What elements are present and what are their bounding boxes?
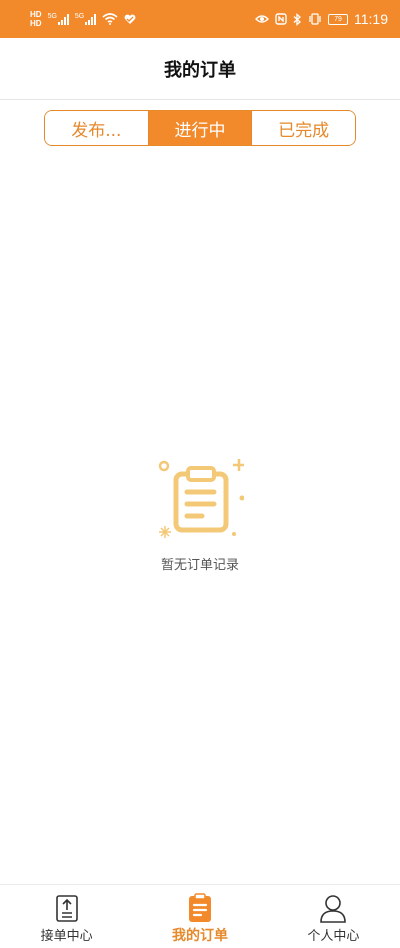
empty-clipboard-icon xyxy=(158,459,244,538)
bottom-nav-order-center[interactable]: 接单中心 xyxy=(0,885,133,948)
header: 我的订单 xyxy=(0,38,400,100)
clock: 11:19 xyxy=(354,11,388,27)
bottom-nav-order-center-label: 接单中心 xyxy=(40,929,93,944)
hd-indicator: HD HD xyxy=(30,10,42,28)
signal-2-icon: 5G xyxy=(74,13,97,25)
vibrate-icon xyxy=(309,13,321,25)
battery-icon: 79 xyxy=(328,13,348,25)
bottom-nav: 接单中心 我的订单 个人中心 xyxy=(0,884,400,948)
hd-label-1: HD xyxy=(30,10,42,19)
hd-label-2: HD xyxy=(30,19,42,28)
tab-published[interactable]: 发布... xyxy=(45,111,148,145)
status-bar: HD HD 5G 5G 79 11:19 xyxy=(0,0,400,38)
order-status-tabs: 发布... 进行中 已完成 xyxy=(44,110,356,146)
page-title: 我的订单 xyxy=(164,59,236,81)
signal-1-label: 5G xyxy=(47,13,57,20)
eye-icon xyxy=(255,15,269,23)
tab-published-label: 发布... xyxy=(71,120,122,141)
bottom-nav-profile-label: 个人中心 xyxy=(307,929,360,944)
status-left: HD HD 5G 5G xyxy=(30,10,136,28)
person-icon xyxy=(320,895,347,923)
empty-state: 暂无订单记录 xyxy=(150,456,250,573)
tab-in-progress[interactable]: 进行中 xyxy=(147,111,252,145)
nfc-icon xyxy=(275,13,287,25)
wifi-icon xyxy=(102,13,118,25)
signal-2-label: 5G xyxy=(74,13,85,20)
signal-1-icon: 5G xyxy=(48,13,69,25)
clipboard-icon xyxy=(188,893,211,922)
status-right: 79 11:19 xyxy=(255,11,388,27)
heart-icon xyxy=(124,14,136,24)
bottom-nav-my-orders-label: 我的订单 xyxy=(171,928,228,944)
battery-level: 79 xyxy=(334,15,342,23)
tab-in-progress-label: 进行中 xyxy=(174,120,226,141)
tab-completed-label: 已完成 xyxy=(278,120,330,141)
tab-completed[interactable]: 已完成 xyxy=(251,111,355,145)
bottom-nav-profile[interactable]: 个人中心 xyxy=(267,885,400,948)
upload-document-icon xyxy=(55,895,78,922)
bottom-nav-my-orders[interactable]: 我的订单 xyxy=(133,885,266,948)
empty-state-text: 暂无订单记录 xyxy=(160,558,239,573)
bluetooth-icon xyxy=(293,12,301,26)
